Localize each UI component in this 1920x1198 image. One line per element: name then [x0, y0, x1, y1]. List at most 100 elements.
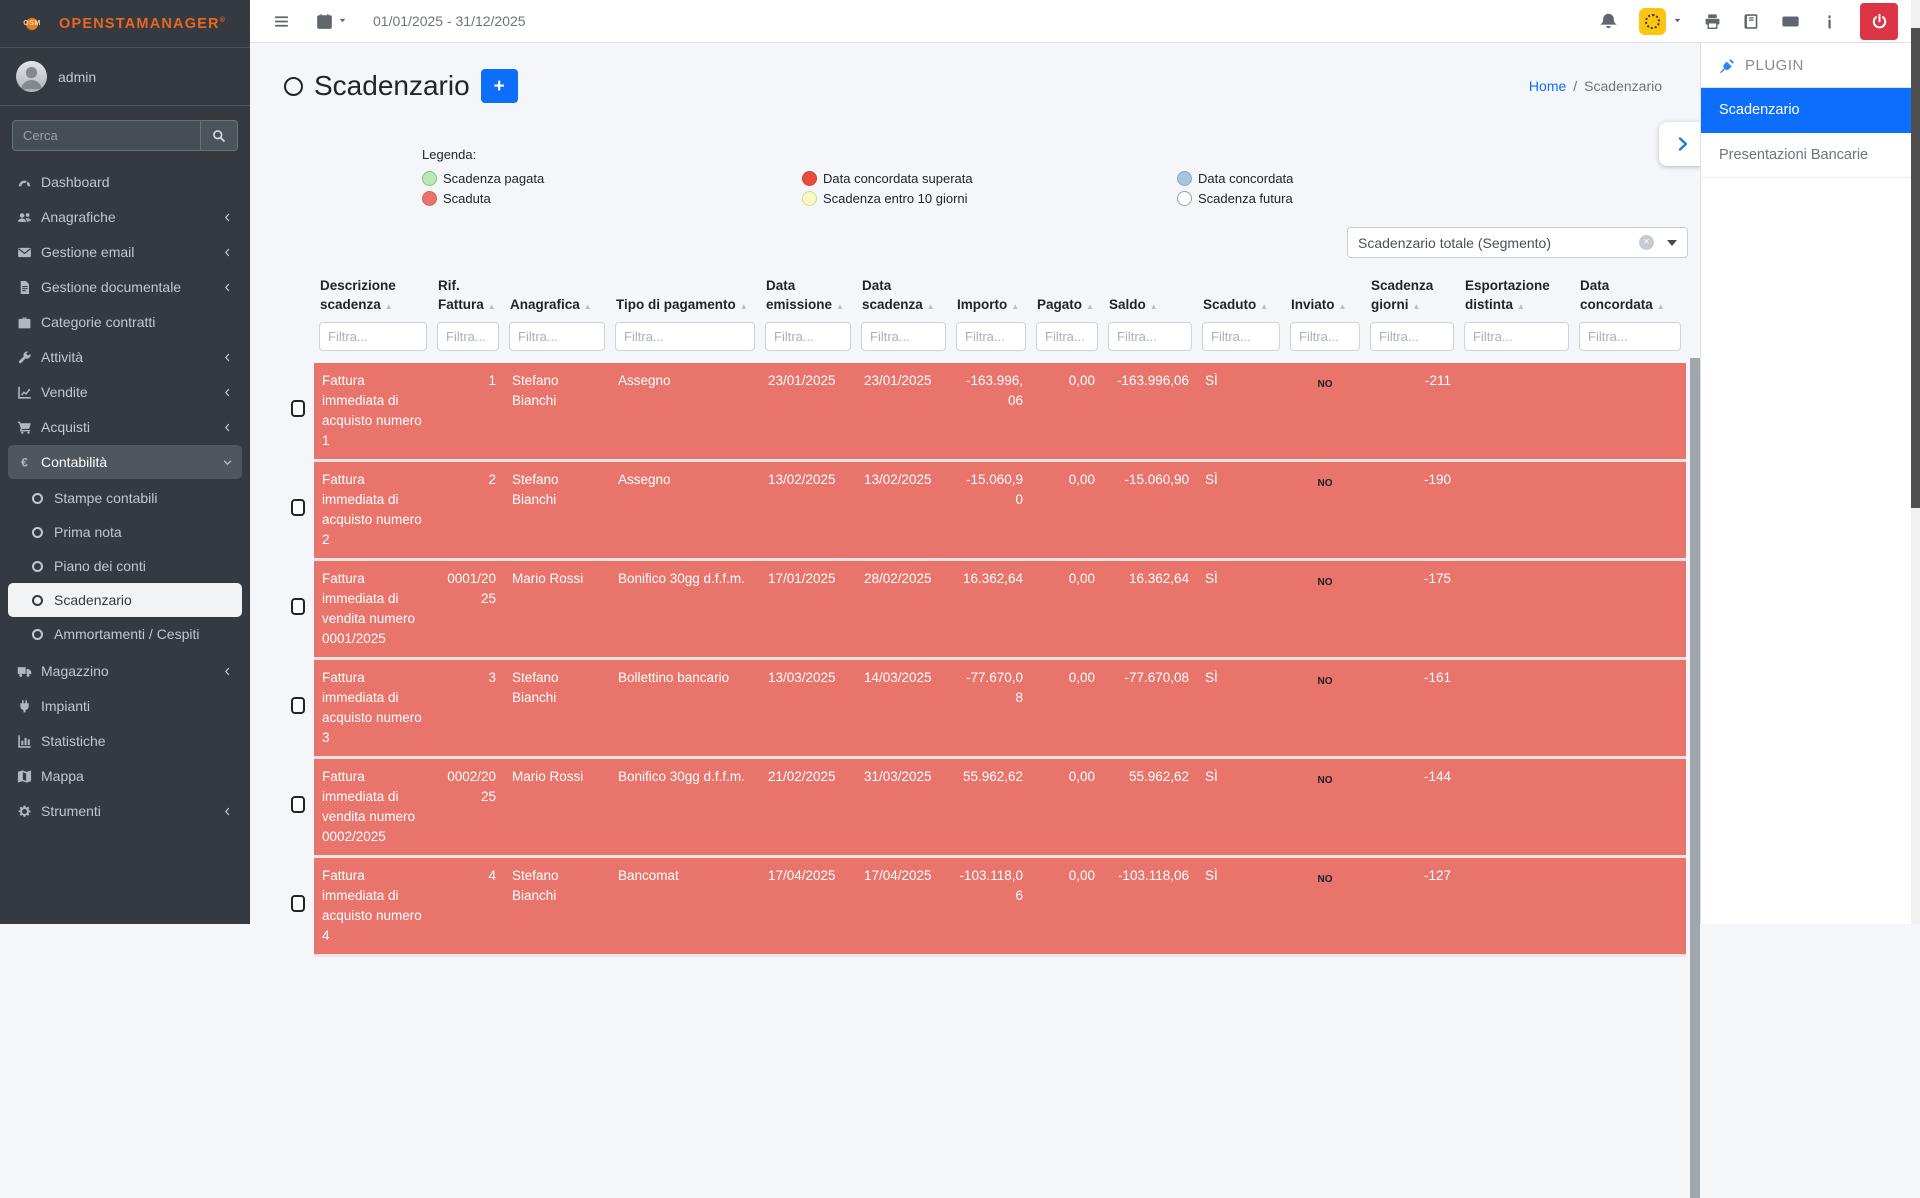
sidebar-item-impianti[interactable]: Impianti	[8, 689, 242, 723]
column-header-inviato[interactable]: Inviato▲	[1285, 274, 1365, 321]
user-avatar[interactable]	[16, 61, 47, 92]
segment-select[interactable]: Scadenzario totale (Segmento) ×	[1347, 227, 1688, 258]
window-scrollbar[interactable]	[1911, 0, 1920, 924]
row-checkbox[interactable]	[291, 499, 305, 516]
search-input[interactable]	[12, 120, 200, 151]
sidebar-subitem-scadenzario[interactable]: Scadenzario	[8, 583, 242, 617]
info-icon[interactable]	[1821, 13, 1838, 30]
segment-clear-icon[interactable]: ×	[1639, 235, 1654, 250]
sidebar-item-categorie-contratti[interactable]: Categorie contratti	[8, 305, 242, 339]
sort-icon: ▲	[1413, 302, 1421, 311]
column-header-descrizione[interactable]: Descrizione scadenza▲	[314, 274, 432, 321]
sidebar-item-attivit[interactable]: Attività	[8, 340, 242, 374]
calendar-picker-button[interactable]	[316, 12, 347, 30]
table-scrollbar-thumb[interactable]	[1690, 358, 1700, 1198]
filter-input-scaduto[interactable]	[1202, 322, 1280, 351]
table-row[interactable]: Fattura immediata di vendita numero 0001…	[282, 560, 1686, 659]
sidebar-item-anagrafiche[interactable]: Anagrafiche	[8, 200, 242, 234]
cell-scadenza: 17/04/2025	[856, 857, 951, 956]
row-checkbox[interactable]	[291, 796, 305, 813]
table-row[interactable]: Fattura immediata di acquisto numero 33S…	[282, 659, 1686, 758]
cell-anagrafica: Stefano Bianchi	[504, 363, 610, 461]
filter-input-scadenza[interactable]	[861, 322, 946, 351]
window-scrollbar-thumb[interactable]	[1911, 28, 1920, 508]
filter-input-giorni[interactable]	[1370, 322, 1454, 351]
cell-scadenza: 31/03/2025	[856, 758, 951, 857]
circle-icon	[32, 527, 43, 538]
row-checkbox[interactable]	[291, 598, 305, 615]
column-header-rif[interactable]: Rif. Fattura▲	[432, 274, 504, 321]
table-row[interactable]: Fattura immediata di acquisto numero 44S…	[282, 857, 1686, 956]
cell-saldo: -103.118,06	[1103, 857, 1197, 956]
table-scrollbar[interactable]	[1690, 358, 1700, 1198]
sidebar-item-statistiche[interactable]: Statistiche	[8, 724, 242, 758]
filter-input-concordata[interactable]	[1579, 322, 1681, 351]
chevron-left-icon	[222, 806, 233, 817]
session-timer-dropdown[interactable]	[1639, 8, 1682, 35]
search-button[interactable]	[200, 120, 238, 151]
cell-anagrafica: Stefano Bianchi	[504, 857, 610, 956]
sidebar-subitem-prima-nota[interactable]: Prima nota	[8, 515, 242, 549]
row-checkbox[interactable]	[291, 895, 305, 912]
column-header-esportazione[interactable]: Esportazione distinta▲	[1459, 274, 1574, 321]
cell-concordata	[1574, 560, 1686, 659]
legend-item: Scaduta	[422, 191, 802, 206]
print-icon[interactable]	[1704, 13, 1721, 30]
sidebar-item-acquisti[interactable]: Acquisti	[8, 410, 242, 444]
filter-input-importo[interactable]	[956, 322, 1026, 351]
sidebar-item-contabilit[interactable]: €Contabilità	[8, 445, 242, 479]
plugin-item-presentazioni-bancarie[interactable]: Presentazioni Bancarie	[1701, 133, 1920, 178]
column-header-scaduto[interactable]: Scaduto▲	[1197, 274, 1285, 321]
sidebar-item-gestione-email[interactable]: Gestione email	[8, 235, 242, 269]
column-header-importo[interactable]: Importo▲	[951, 274, 1031, 321]
add-record-button[interactable]: +	[481, 69, 518, 103]
breadcrumb-home-link[interactable]: Home	[1529, 78, 1566, 94]
sidebar-subitem-ammortamenti-cespiti[interactable]: Ammortamenti / Cespiti	[8, 617, 242, 651]
sidebar-subitem-stampe-contabili[interactable]: Stampe contabili	[8, 481, 242, 515]
table-row[interactable]: Fattura immediata di acquisto numero 22S…	[282, 461, 1686, 560]
filter-input-emissione[interactable]	[765, 322, 851, 351]
sidebar-item-strumenti[interactable]: Strumenti	[8, 794, 242, 828]
hamburger-menu-icon[interactable]	[273, 13, 290, 30]
calendar-icon	[316, 13, 333, 30]
logout-power-button[interactable]	[1860, 3, 1898, 40]
column-header-anagrafica[interactable]: Anagrafica▲	[504, 274, 610, 321]
sidebar-subitem-piano-dei-conti[interactable]: Piano dei conti	[8, 549, 242, 583]
column-header-concordata[interactable]: Data concordata▲	[1574, 274, 1686, 321]
filter-input-descrizione[interactable]	[319, 322, 427, 351]
column-header-scadenza[interactable]: Data scadenza▲	[856, 274, 951, 321]
row-checkbox[interactable]	[291, 400, 305, 417]
sidebar-item-mappa[interactable]: Mappa	[8, 759, 242, 793]
cell-esportazione	[1459, 758, 1574, 857]
legend-swatch	[802, 191, 817, 206]
notifications-bell-icon[interactable]	[1600, 13, 1617, 30]
table-row[interactable]: Fattura immediata di vendita numero 0002…	[282, 758, 1686, 857]
manual-book-icon[interactable]	[1743, 13, 1760, 30]
sidebar-item-gestione-documentale[interactable]: Gestione documentale	[8, 270, 242, 304]
table-row[interactable]: Fattura immediata di acquisto numero 11S…	[282, 363, 1686, 461]
filter-input-inviato[interactable]	[1290, 322, 1360, 351]
column-header-tipo[interactable]: Tipo di pagamento▲	[610, 274, 760, 321]
filter-input-tipo[interactable]	[615, 322, 755, 351]
date-range[interactable]: 01/01/2025 - 31/12/2025	[373, 13, 526, 29]
column-header-emissione[interactable]: Data emissione▲	[760, 274, 856, 321]
filter-input-esportazione[interactable]	[1464, 322, 1569, 351]
filter-input-saldo[interactable]	[1108, 322, 1192, 351]
sidebar-item-dashboard[interactable]: Dashboard	[8, 165, 242, 199]
legend-swatch	[422, 171, 437, 186]
column-header-saldo[interactable]: Saldo▲	[1103, 274, 1197, 321]
filter-input-rif[interactable]	[437, 322, 499, 351]
brand-name: OpenSTAManager®	[59, 16, 226, 32]
user-name[interactable]: admin	[58, 69, 96, 85]
sidebar-item-magazzino[interactable]: Magazzino	[8, 654, 242, 688]
filter-input-pagato[interactable]	[1036, 322, 1098, 351]
brand[interactable]: OSM OpenSTAManager®	[0, 0, 250, 48]
filter-input-anagrafica[interactable]	[509, 322, 605, 351]
column-header-giorni[interactable]: Scadenza giorni▲	[1365, 274, 1459, 321]
sidebar-item-vendite[interactable]: Vendite	[8, 375, 242, 409]
plugin-item-scadenzario[interactable]: Scadenzario	[1701, 88, 1920, 133]
keyboard-shortcuts-icon[interactable]	[1782, 13, 1799, 30]
column-header-pagato[interactable]: Pagato▲	[1031, 274, 1103, 321]
chevron-left-icon	[222, 666, 233, 677]
row-checkbox[interactable]	[291, 697, 305, 714]
